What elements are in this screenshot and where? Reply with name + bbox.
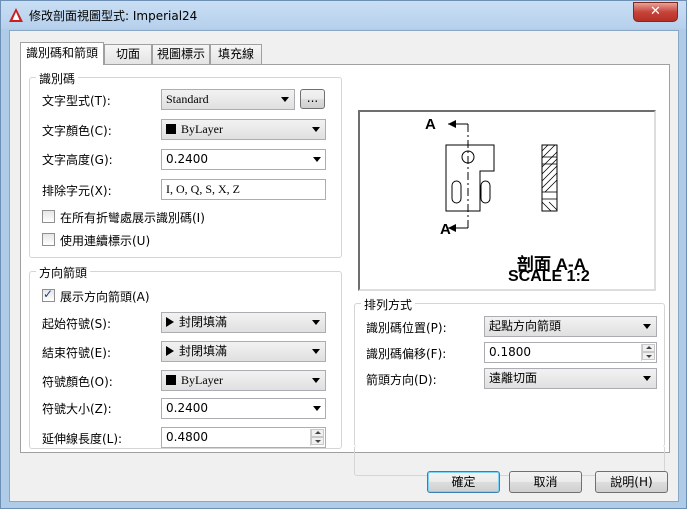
preview-marker-top: A [425,116,436,133]
dialog-window: 修改剖面視圖型式: Imperial24 ✕ 識別碼和箭頭 切面 視圖標示 填充… [0,0,687,509]
text-color-dropdown[interactable]: ByLayer [161,119,326,140]
layout-group: 排列方式 識別碼位置(P): 起點方向箭頭 識別碼偏移(F): 0.1800 箭… [354,296,665,447]
text-style-value: Standard [166,92,209,106]
tab-hatch[interactable]: 填充線 [210,44,262,64]
close-button[interactable]: ✕ [633,2,678,22]
spin-down-icon[interactable] [642,352,655,360]
chevron-down-icon [312,378,320,383]
dialog-client: 識別碼和箭頭 切面 視圖標示 填充線 識別碼 文字型式(T): Standard… [9,30,679,502]
chevron-down-icon [643,376,651,381]
show-direction-arrow-label[interactable]: 展示方向箭頭(A) [60,288,150,305]
ok-button[interactable]: 確定 [427,471,500,493]
direction-arrow-group-title: 方向箭頭 [36,264,91,281]
continuous-labeling-label[interactable]: 使用連續標示(U) [60,232,150,249]
text-style-browse-button[interactable]: ... [300,89,325,109]
identifier-position-dropdown[interactable]: 起點方向箭頭 [484,316,657,337]
show-at-bends-checkbox[interactable] [42,210,55,223]
start-symbol-dropdown[interactable]: 封閉填滿 [161,312,326,333]
end-symbol-label: 結束符號(E): [42,346,111,360]
preview-caption-scale: SCALE 1:2 [508,268,590,285]
identifier-position-label: 識別碼位置(P): [366,321,447,335]
chevron-down-icon [312,127,320,132]
arrow-direction-dropdown[interactable]: 遠離切面 [484,368,657,389]
symbol-color-dropdown[interactable]: ByLayer [161,370,326,391]
top-arrowhead-icon [448,120,456,128]
text-height-combobox[interactable]: 0.2400 [161,149,326,170]
arrow-direction-value: 遠離切面 [489,371,538,385]
text-style-label: 文字型式(T): [42,94,111,108]
continuous-labeling-checkbox[interactable] [42,233,55,246]
text-color-value: ByLayer [181,122,223,136]
symbol-size-combobox[interactable]: 0.2400 [161,398,326,419]
spin-up-icon[interactable] [311,429,324,437]
spin-up-icon[interactable] [642,344,655,352]
slot-left [451,180,462,204]
tab-view-label[interactable]: 視圖標示 [152,44,210,64]
show-direction-arrow-checkbox[interactable] [42,287,55,302]
tab-panel-identifier-arrows: 識別碼 文字型式(T): Standard ... 文字顏色(C): ByLay… [20,64,670,476]
text-height-label: 文字高度(G): [42,153,113,167]
section-hatch [541,144,558,212]
color-swatch [166,375,176,385]
chevron-down-icon [313,157,321,162]
arrow-direction-label: 箭頭方向(D): [366,373,437,387]
color-swatch [166,124,176,134]
end-symbol-dropdown[interactable]: 封閉填滿 [161,341,326,362]
identifier-group: 識別碼 文字型式(T): Standard ... 文字顏色(C): ByLay… [29,70,342,258]
preview-marker-bottom: A [440,221,451,238]
cancel-button[interactable]: 取消 [509,471,582,493]
extension-length-label: 延伸線長度(L): [42,432,123,446]
closed-filled-arrow-icon [166,317,174,327]
tab-cutting-plane[interactable]: 切面 [104,44,152,64]
identifier-position-value: 起點方向箭頭 [489,319,562,333]
end-symbol-value: 封閉填滿 [179,344,228,358]
closed-filled-arrow-icon [166,346,174,356]
chevron-down-icon [643,324,651,329]
direction-arrow-group: 方向箭頭 展示方向箭頭(A) 起始符號(S): 封閉填滿 結束符號(E): 封閉… [29,264,342,449]
exclude-chars-input[interactable]: I, O, Q, S, X, Z [161,179,326,200]
identifier-offset-input[interactable]: 0.1800 [484,342,657,363]
identifier-offset-spinner[interactable] [641,344,655,361]
plate-outline [445,144,495,212]
extension-length-spinner[interactable] [310,429,324,446]
help-button[interactable]: 說明(H) [595,471,668,493]
section-view-outline [541,144,558,212]
title-bar[interactable]: 修改剖面視圖型式: Imperial24 ✕ [1,1,686,29]
tab-identifier-arrows[interactable]: 識別碼和箭頭 [20,42,104,65]
symbol-size-label: 符號大小(Z): [42,402,112,416]
identifier-offset-value: 0.1800 [489,345,531,359]
section-preview-drawing [445,120,558,232]
window-title: 修改剖面視圖型式: Imperial24 [29,9,198,23]
exclude-chars-label: 排除字元(X): [42,184,112,198]
text-style-dropdown[interactable]: Standard [161,89,295,110]
spin-down-icon[interactable] [311,437,324,445]
chevron-down-icon [281,97,289,102]
symbol-color-label: 符號顏色(O): [42,375,113,389]
chevron-down-icon [312,320,320,325]
text-color-label: 文字顏色(C): [42,124,112,138]
extension-length-input[interactable]: 0.4800 [161,427,326,448]
chevron-down-icon [312,349,320,354]
extension-length-value: 0.4800 [166,430,208,444]
autocad-app-icon [9,8,23,22]
symbol-size-value: 0.2400 [166,401,208,415]
start-symbol-label: 起始符號(S): [42,317,112,331]
chevron-down-icon [313,406,321,411]
text-height-value: 0.2400 [166,152,208,166]
show-at-bends-label[interactable]: 在所有折彎處展示識別碼(I) [60,209,205,226]
identifier-offset-label: 識別碼偏移(F): [366,347,447,361]
symbol-color-value: ByLayer [181,373,223,387]
identifier-group-title: 識別碼 [36,70,79,87]
slot-right [480,180,491,204]
layout-group-title: 排列方式 [361,296,416,313]
preview-pane: A A 剖面 A-A SCALE 1:2 [358,110,656,291]
start-symbol-value: 封閉填滿 [179,315,228,329]
